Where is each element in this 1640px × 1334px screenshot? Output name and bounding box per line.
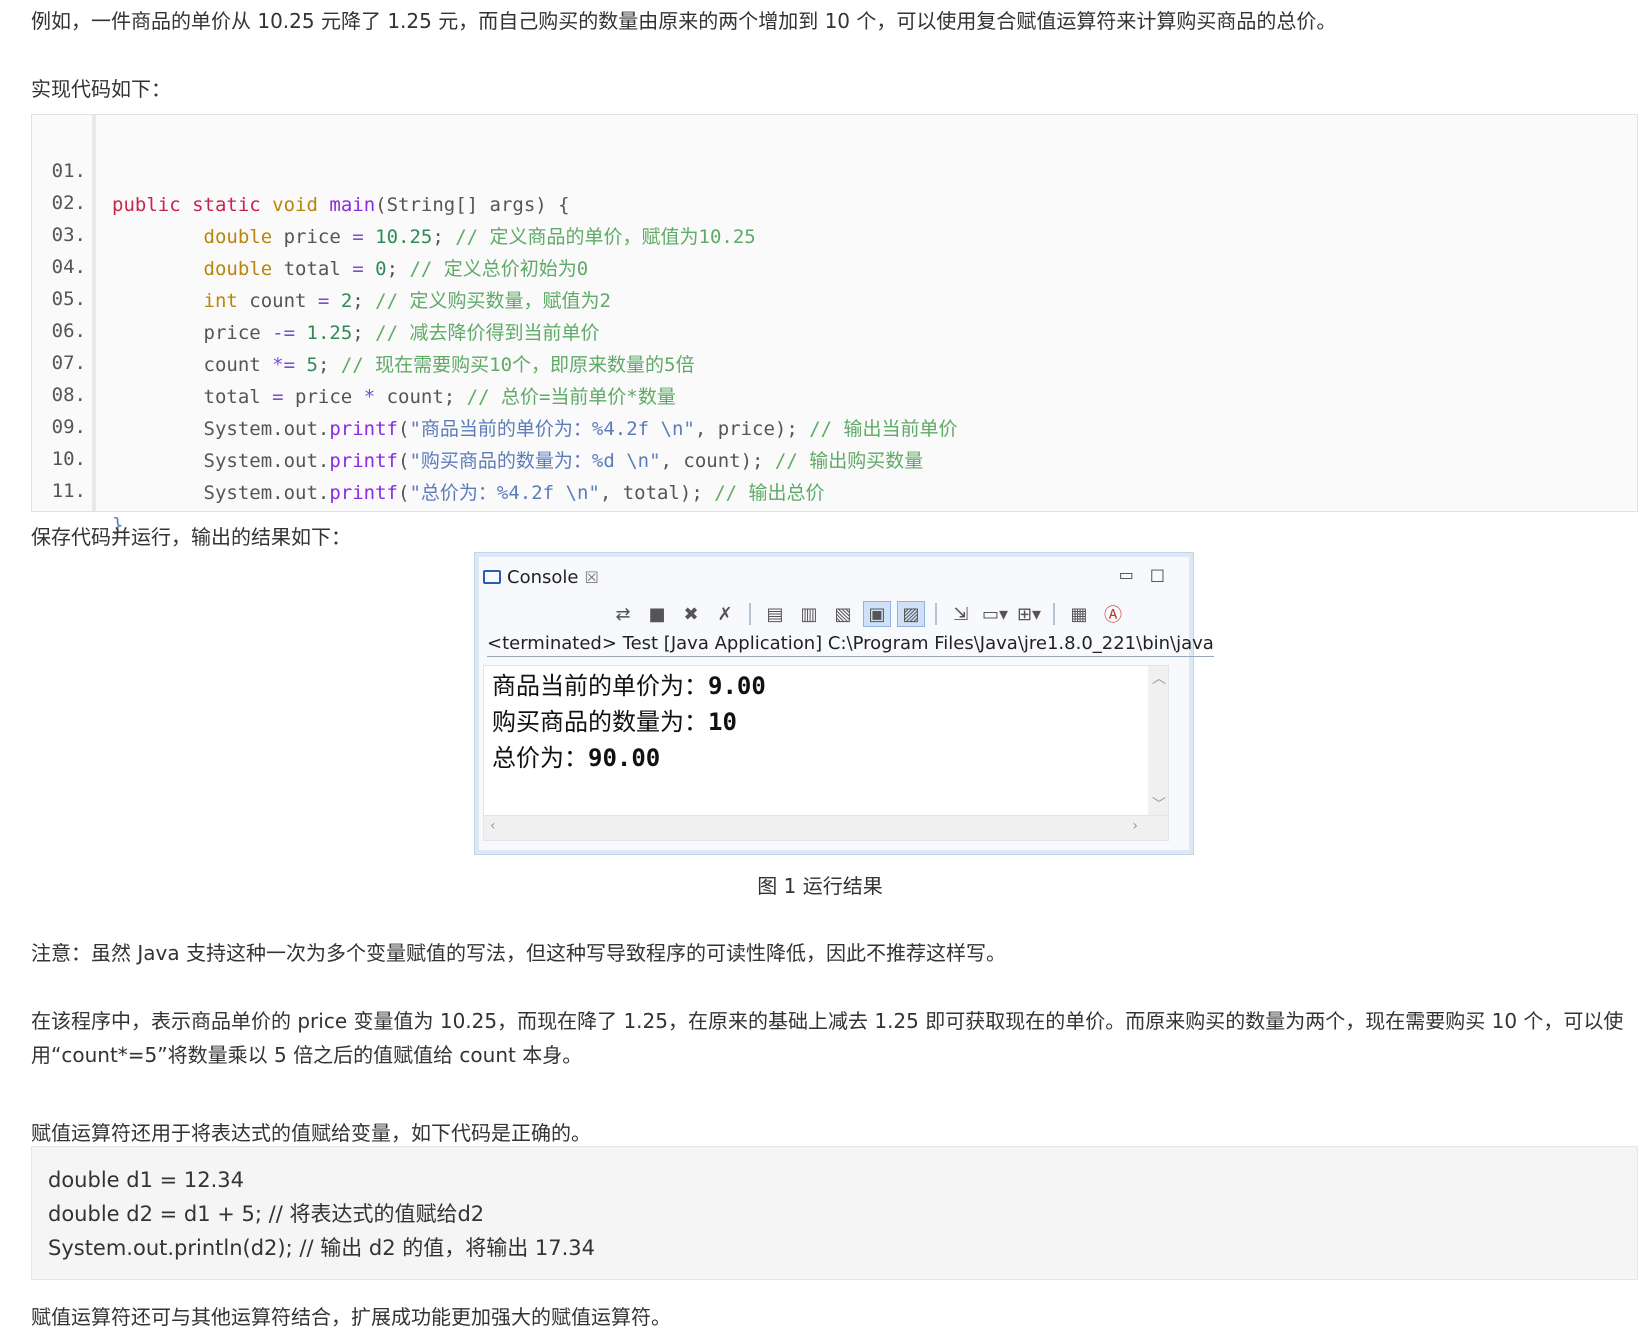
code-example-line: System.out.println(d2); // 输出 d2 的值，将输出 … xyxy=(48,1236,596,1260)
remove-all-icon[interactable]: ✗ xyxy=(711,601,739,627)
scroll-right-icon[interactable]: › xyxy=(1132,818,1138,834)
properties-icon[interactable]: ▦ xyxy=(1065,601,1093,627)
code-intro-label: 实现代码如下： xyxy=(31,77,171,101)
console-icon xyxy=(483,570,501,584)
code-line-10: 10. System.out.printf("总价为：%4.2f \n", to… xyxy=(32,408,825,504)
run-intro-label: 保存代码并运行，输出的结果如下： xyxy=(31,525,351,549)
code-block: 01. public static void main(String[] arg… xyxy=(31,114,1638,536)
scroll-left-icon[interactable]: ‹ xyxy=(490,818,496,834)
remove-launch-icon[interactable]: ✖ xyxy=(677,601,705,627)
clear-console-icon[interactable]: ▤ xyxy=(761,601,789,627)
intro-paragraph: 例如，一件商品的单价从 10.25 元降了 1.25 元，而自己购买的数量由原来… xyxy=(31,9,1337,33)
code-line-3: 03. double total = 0; // 定义总价初始为0 xyxy=(32,184,589,280)
terminate-icon[interactable]: ■ xyxy=(643,601,671,627)
display-console-icon[interactable]: ▭▾ xyxy=(981,601,1009,627)
output-line: 总价为：90.00 xyxy=(492,744,661,772)
show-stdout-icon[interactable]: ▣ xyxy=(863,601,891,627)
explanation-paragraph: 在该程序中，表示商品单价的 price 变量值为 10.25，而现在降了 1.2… xyxy=(31,1009,1624,1067)
code-line-8: 08. System.out.printf("商品当前的单价为：%4.2f \n… xyxy=(32,344,958,440)
minimize-icon[interactable]: ▭ xyxy=(1119,565,1134,584)
disconnect-icon[interactable]: ⇄ xyxy=(609,601,637,627)
code-line-9: 09. System.out.printf("购买商品的数量为：%d \n", … xyxy=(32,376,924,472)
java-icon[interactable]: Ⓐ xyxy=(1099,601,1127,627)
console-panel: Console ☒ ▭ □ ⇄ ■ ✖ ✗ ▤ ▥ ▧ ▣ ▨ ⇲ ▭▾ ⊞▾ … xyxy=(479,557,1214,850)
line-number: 11. xyxy=(51,480,86,502)
pin-console-icon[interactable]: ⇲ xyxy=(947,601,975,627)
scroll-lock-icon[interactable]: ▥ xyxy=(795,601,823,627)
maximize-icon[interactable]: □ xyxy=(1150,565,1165,584)
output-line: 购买商品的数量为：10 xyxy=(492,708,737,736)
output-line: 商品当前的单价为：9.00 xyxy=(492,672,766,700)
code-line-5: 05. price -= 1.25; // 减去降价得到当前单价 xyxy=(32,248,600,344)
console-tab[interactable]: Console ☒ xyxy=(483,561,623,593)
code-line-4: 04. int count = 2; // 定义购买数量，赋值为2 xyxy=(32,216,611,312)
vertical-scrollbar[interactable]: ︿ ﹀ xyxy=(1148,666,1168,816)
word-wrap-icon[interactable]: ▧ xyxy=(829,601,857,627)
terminated-status: <terminated> Test [Java Application] C:\… xyxy=(487,633,1214,657)
code-line-1: 01. public static void main(String[] arg… xyxy=(32,120,570,216)
close-icon[interactable]: ☒ xyxy=(584,568,598,587)
console-screenshot: Console ☒ ▭ □ ⇄ ■ ✖ ✗ ▤ ▥ ▧ ▣ ▨ ⇲ ▭▾ ⊞▾ … xyxy=(474,552,1214,855)
code-example-block: double d1 = 12.34 double d2 = d1 + 5; //… xyxy=(31,1146,1638,1280)
code-example-line: double d2 = d1 + 5; // 将表达式的值赋给d2 xyxy=(48,1202,485,1226)
assignment-paragraph: 赋值运算符还用于将表达式的值赋给变量，如下代码是正确的。 xyxy=(31,1121,591,1145)
horizontal-scrollbar[interactable]: ‹ › xyxy=(483,815,1169,841)
note-paragraph: 注意：虽然 Java 支持这种一次为多个变量赋值的写法，但这种写导致程序的可读性… xyxy=(31,941,1006,965)
scroll-up-icon[interactable]: ︿ xyxy=(1152,668,1166,688)
code-line-6: 06. count *= 5; // 现在需要购买10个，即原来数量的5倍 xyxy=(32,280,695,376)
code-line-11: 11. } xyxy=(32,440,124,536)
code-line-2: 02. double price = 10.25; // 定义商品的单价，赋值为… xyxy=(32,152,756,248)
scroll-down-icon[interactable]: ﹀ xyxy=(1152,794,1166,814)
console-output[interactable]: 商品当前的单价为：9.00 购买商品的数量为：10 总价为：90.00 ︿ ﹀ xyxy=(483,665,1169,817)
code-line-7: 07. total = price * count; // 总价=当前单价*数量 xyxy=(32,312,676,408)
show-stderr-icon[interactable]: ▨ xyxy=(897,601,925,627)
open-console-icon[interactable]: ⊞▾ xyxy=(1015,601,1043,627)
code-example-line: double d1 = 12.34 xyxy=(48,1168,245,1192)
console-toolbar: ⇄ ■ ✖ ✗ ▤ ▥ ▧ ▣ ▨ ⇲ ▭▾ ⊞▾ ▦ Ⓐ xyxy=(609,601,1127,627)
closing-paragraph: 赋值运算符还可与其他运算符结合，扩展成功能更加强大的赋值运算符。 xyxy=(31,1305,671,1329)
figure-caption: 图 1 运行结果 xyxy=(757,874,883,898)
console-tab-label: Console xyxy=(507,566,579,588)
